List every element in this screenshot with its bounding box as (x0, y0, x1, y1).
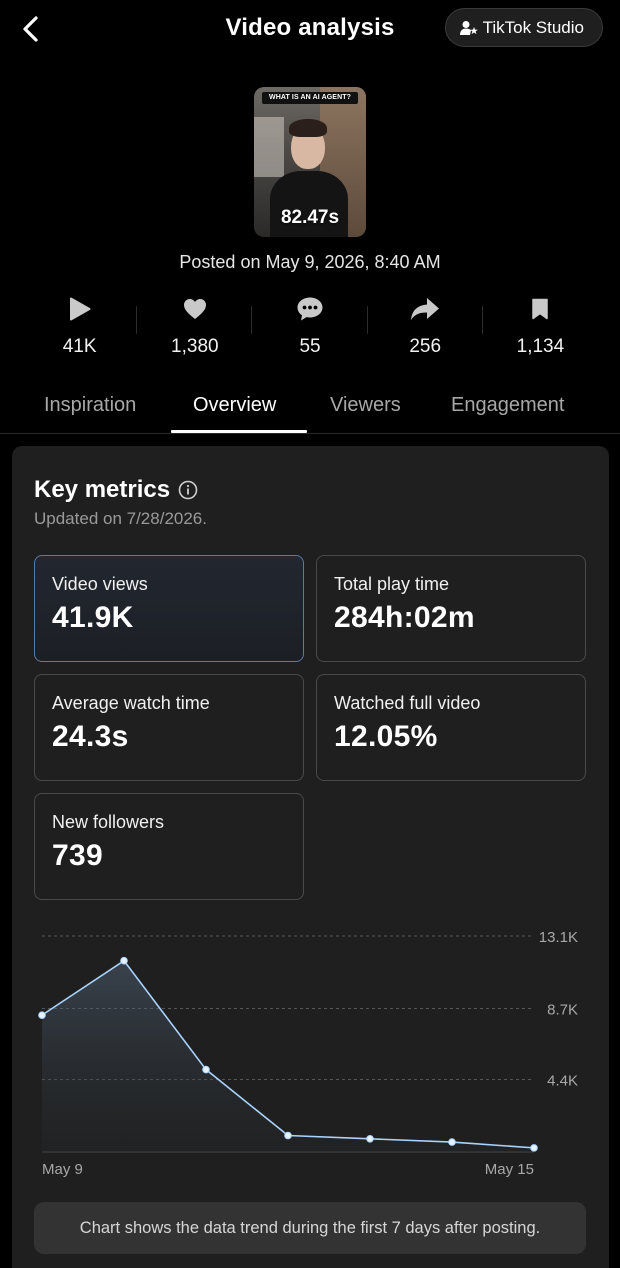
stat-saves: 1,134 (483, 292, 598, 364)
tab-bar: Inspiration Overview Viewers Engagement (0, 386, 620, 434)
metric-value: 284h:02m (334, 601, 475, 634)
data-point (530, 1144, 538, 1152)
updated-date: Updated on 7/28/2026. (34, 509, 207, 528)
header: Video analysis TikTok Studio (0, 0, 620, 56)
posted-date: Posted on May 9, 2026, 8:40 AM (179, 252, 441, 272)
tab-overview[interactable]: Overview (193, 394, 276, 417)
metric-value: 12.05% (334, 720, 438, 753)
stat-value: 256 (409, 336, 442, 357)
data-point (38, 1011, 46, 1019)
video-duration: 82.47s (280, 207, 340, 228)
x-tick-label: May 15 (485, 1161, 534, 1178)
data-point (284, 1131, 292, 1140)
metric-total-play-time[interactable]: Total play time 284h:02m (316, 555, 586, 662)
thumbnail-person-hair (289, 119, 327, 137)
heart-icon (183, 292, 207, 326)
metric-average-watch-time[interactable]: Average watch time 24.3s (34, 674, 304, 781)
y-tick-label: 8.7K (547, 1002, 578, 1019)
back-button[interactable] (14, 12, 48, 46)
thumbnail-shelf (254, 117, 284, 177)
stats-row: 41K 1,380 55 256 1,134 (22, 292, 598, 364)
key-metrics-card: Key metrics Updated on 7/28/2026. Video … (12, 446, 609, 1268)
x-tick-label: May 9 (42, 1161, 83, 1178)
key-metrics-heading: Key metrics (34, 476, 198, 504)
share-icon (410, 292, 440, 326)
stat-value: 41K (62, 336, 97, 357)
user-star-icon (459, 20, 478, 35)
metric-value: 24.3s (52, 720, 129, 753)
stat-comments: 55 (252, 292, 368, 364)
data-point (120, 956, 128, 965)
bookmark-icon (531, 292, 549, 326)
metric-video-views[interactable]: Video views 41.9K (34, 555, 304, 662)
data-point (448, 1138, 456, 1146)
views-trend-chart: 4.4K 8.7K 13.1K May 9 May 15 (38, 929, 578, 1178)
stat-value: 1,134 (516, 336, 565, 357)
metric-watched-full-video[interactable]: Watched full video 12.05% (316, 674, 586, 781)
y-tick-label: 13.1K (539, 929, 578, 946)
tiktok-studio-button[interactable]: TikTok Studio (444, 8, 603, 47)
metric-label: Watched full video (334, 693, 481, 713)
metric-value: 41.9K (52, 601, 134, 634)
key-metrics-title: Key metrics (34, 476, 171, 503)
data-point (202, 1065, 210, 1074)
comment-icon (296, 292, 324, 326)
thumbnail-banner: WHAT IS AN AI AGENT? (262, 92, 358, 104)
metric-value: 739 (52, 839, 103, 872)
tab-engagement[interactable]: Engagement (451, 394, 564, 417)
active-tab-indicator (171, 430, 307, 433)
stat-shares: 256 (368, 292, 483, 364)
stat-value: 1,380 (171, 336, 219, 357)
metric-new-followers[interactable]: New followers 739 (34, 793, 304, 900)
area-fill (42, 960, 534, 1152)
y-tick-label: 4.4K (547, 1072, 578, 1089)
stat-value: 55 (299, 336, 321, 357)
tab-viewers[interactable]: Viewers (330, 394, 401, 417)
play-icon (68, 292, 92, 326)
tab-inspiration[interactable]: Inspiration (44, 394, 136, 417)
metric-label: Average watch time (52, 693, 210, 713)
data-point (366, 1135, 374, 1143)
video-thumbnail[interactable]: WHAT IS AN AI AGENT? 82.47s (254, 87, 366, 237)
chevron-left-icon (23, 16, 38, 42)
metric-label: New followers (52, 812, 165, 832)
info-icon[interactable] (178, 480, 198, 500)
chart-footnote: Chart shows the data trend during the fi… (34, 1202, 586, 1254)
stat-views: 41K (22, 292, 138, 364)
tiktok-studio-label: TikTok Studio (482, 17, 584, 37)
stat-likes: 1,380 (137, 292, 253, 364)
metric-label: Total play time (334, 574, 450, 594)
metric-label: Video views (52, 574, 148, 594)
